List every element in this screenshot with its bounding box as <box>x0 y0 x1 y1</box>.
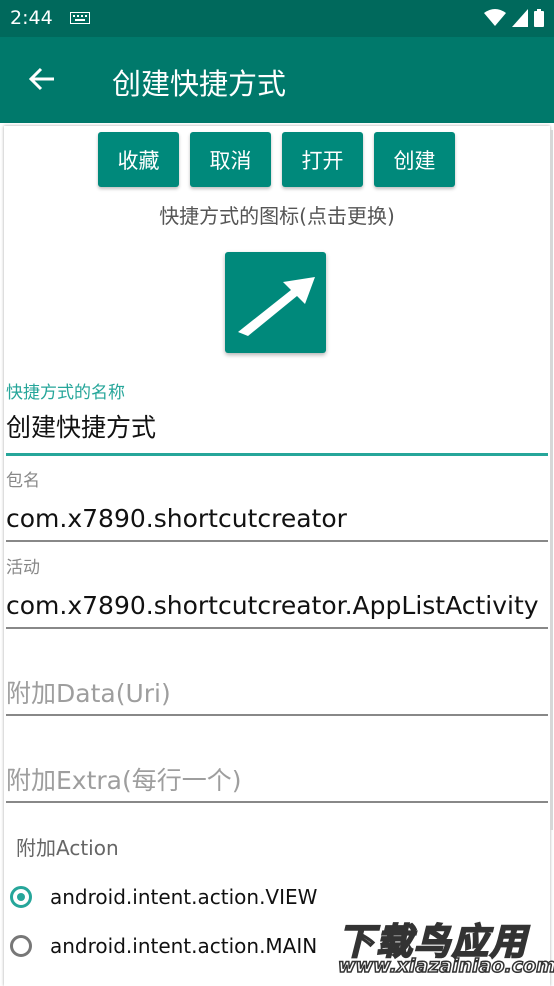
wifi-icon <box>484 9 506 26</box>
radio-checked-icon[interactable] <box>10 886 32 908</box>
status-time: 2:44 <box>10 7 53 29</box>
extra-input[interactable]: 附加Extra(每行一个) <box>6 758 548 804</box>
package-name-label: 包名 <box>6 471 40 491</box>
data-uri-placeholder: 附加Data(Uri) <box>6 679 171 708</box>
activity-label: 活动 <box>6 558 40 578</box>
activity-value: com.x7890.shortcutcreator.AppListActivit… <box>6 591 539 620</box>
battery-icon <box>534 9 544 27</box>
shortcut-name-underline <box>6 453 548 456</box>
open-button[interactable]: 打开 <box>282 132 363 187</box>
action-option-view-label: android.intent.action.VIEW <box>50 885 318 909</box>
watermark-logo: 下载鸟应用 www.xiazainiao.com <box>332 907 554 981</box>
package-name-field[interactable]: 包名 com.x7890.shortcutcreator <box>6 466 548 544</box>
data-uri-underline <box>6 714 548 716</box>
data-uri-input[interactable]: 附加Data(Uri) <box>6 671 548 717</box>
icon-caption: 快捷方式的图标(点击更换) <box>159 204 395 228</box>
cell-signal-icon <box>512 9 528 27</box>
status-bar: 2:44 <box>0 0 554 37</box>
form-card: 收藏 取消 打开 创建 快捷方式的图标(点击更换) 快捷方式的名称 创建快捷方式… <box>4 126 550 986</box>
shortcut-icon-picker[interactable] <box>225 252 326 353</box>
button-row: 收藏 取消 打开 创建 <box>98 132 455 187</box>
favorite-button[interactable]: 收藏 <box>98 132 179 187</box>
shortcut-arrow-icon <box>238 277 315 336</box>
cancel-button[interactable]: 取消 <box>190 132 271 187</box>
shortcut-name-value: 创建快捷方式 <box>6 413 157 442</box>
package-name-value: com.x7890.shortcutcreator <box>6 504 347 533</box>
shortcut-name-label: 快捷方式的名称 <box>6 383 125 403</box>
extra-placeholder: 附加Extra(每行一个) <box>6 766 242 795</box>
keyboard-icon <box>70 12 90 24</box>
action-option-main-label: android.intent.action.MAIN <box>50 934 318 958</box>
watermark-url: www.xiazainiao.com <box>337 954 554 978</box>
action-label: 附加Action <box>16 836 119 860</box>
activity-field[interactable]: 活动 com.x7890.shortcutcreator.AppListActi… <box>6 553 548 631</box>
action-option-main[interactable]: android.intent.action.MAIN <box>10 934 317 958</box>
radio-unchecked-icon[interactable] <box>10 935 32 957</box>
action-option-view[interactable]: android.intent.action.VIEW <box>10 885 317 909</box>
page-title: 创建快捷方式 <box>112 67 287 101</box>
create-button[interactable]: 创建 <box>374 132 455 187</box>
package-name-underline <box>6 540 548 542</box>
system-icons <box>484 8 544 28</box>
back-arrow-icon[interactable] <box>28 65 56 93</box>
scrollbar[interactable] <box>550 130 553 830</box>
app-bar: 创建快捷方式 <box>0 37 554 123</box>
shortcut-name-field[interactable]: 快捷方式的名称 创建快捷方式 <box>6 378 548 458</box>
activity-underline <box>6 627 548 629</box>
extra-underline <box>6 801 548 803</box>
